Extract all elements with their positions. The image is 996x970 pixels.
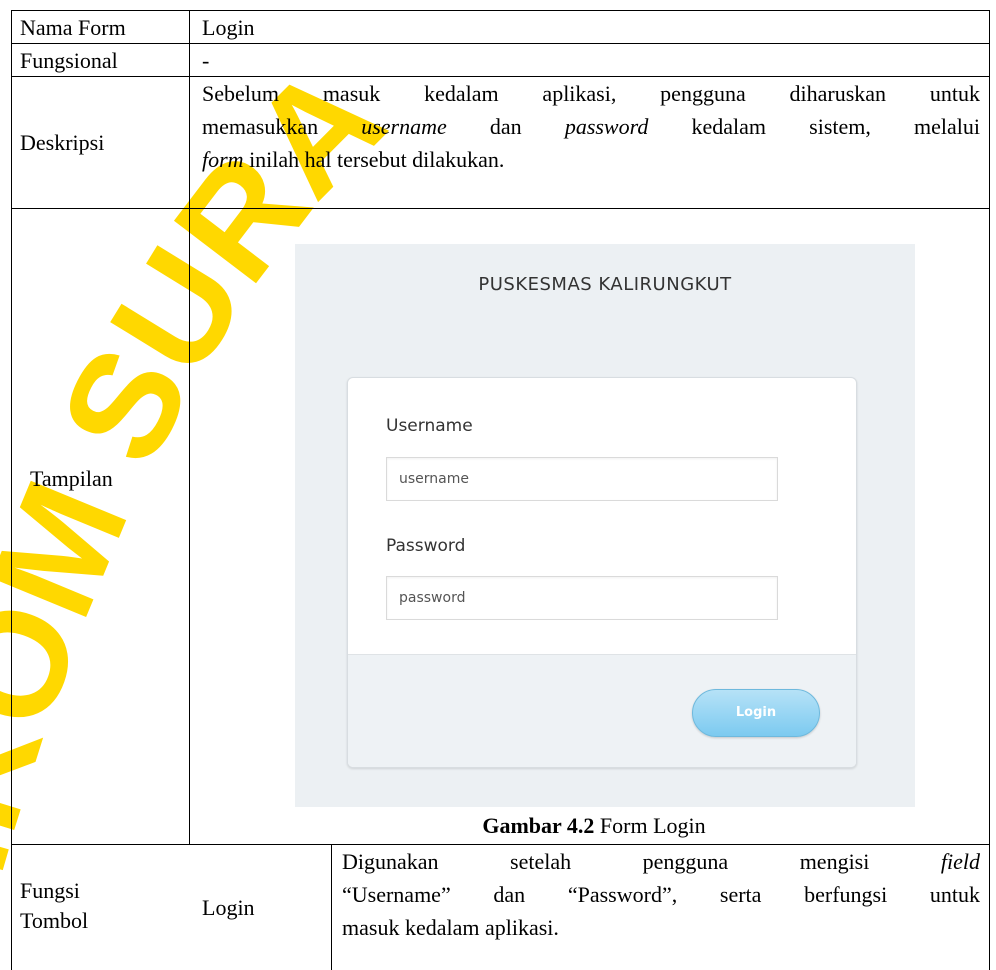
form-spec-table: Nama Form Login Fungsional - Deskripsi S… bbox=[11, 0, 990, 970]
deskripsi-label: Deskripsi bbox=[20, 130, 105, 155]
login-panel: Username username Password password Logi… bbox=[347, 377, 857, 768]
fungsi-tombol-label: Fungsi Tombol bbox=[20, 878, 89, 933]
figure-caption: Gambar 4.2 Form Login bbox=[199, 809, 989, 842]
fungsional-value: - bbox=[202, 48, 210, 73]
username-input[interactable]: username bbox=[386, 457, 778, 501]
fungsi-tombol-button-name: Login bbox=[202, 895, 255, 920]
password-input[interactable]: password bbox=[386, 576, 778, 620]
tampilan-label: Tampilan bbox=[30, 466, 113, 491]
login-app-title: PUSKESMAS KALIRUNGKUT bbox=[478, 274, 732, 295]
deskripsi-line-1: Sebelum masuk kedalam aplikasi, pengguna… bbox=[202, 81, 980, 106]
nama-form-label: Nama Form bbox=[20, 15, 126, 40]
password-label: Password bbox=[386, 536, 466, 556]
fungsi-tombol-desc-line-1: Digunakan setelah pengguna mengisi field bbox=[342, 849, 980, 874]
caption-text: Form Login bbox=[594, 813, 706, 838]
fungsi-tombol-desc-line-2: “Username” dan “Password”, serta berfung… bbox=[342, 882, 980, 907]
username-label: Username bbox=[386, 416, 473, 436]
login-screen-screenshot: PUSKESMAS KALIRUNGKUT Username username … bbox=[295, 244, 915, 807]
caption-figure-number: Gambar 4.2 bbox=[482, 813, 595, 838]
login-panel-footer: Login bbox=[348, 654, 856, 767]
fungsional-label: Fungsional bbox=[20, 48, 118, 73]
deskripsi-line-2: memasukkan username dan password kedalam… bbox=[202, 114, 980, 139]
login-button[interactable]: Login bbox=[692, 689, 820, 737]
deskripsi-line-3: form inilah hal tersebut dilakukan. bbox=[202, 147, 505, 172]
fungsi-tombol-desc-line-3: masuk kedalam aplikasi. bbox=[342, 915, 559, 940]
nama-form-value: Login bbox=[202, 15, 255, 40]
